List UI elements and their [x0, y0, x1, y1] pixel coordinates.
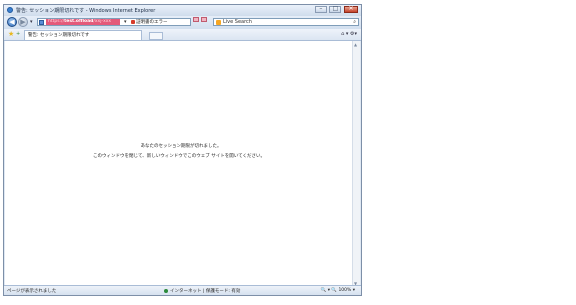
- browser-window: 警告: セッション期限切れです - Windows Internet Explo…: [3, 4, 362, 296]
- back-button[interactable]: ◀: [7, 17, 17, 27]
- status-bar: ページが表示されました インターネット | 保護モード: 有効 🔍 ▾ 🔍 10…: [4, 285, 361, 295]
- recent-pages-dropdown[interactable]: ▾: [30, 19, 33, 25]
- close-button[interactable]: ✕: [344, 5, 358, 13]
- maximize-button[interactable]: □: [329, 5, 342, 13]
- address-bar[interactable]: https://test.offload/xxj-xxx ▾ 証明書のエラー: [37, 18, 191, 26]
- add-favorites-icon[interactable]: +: [16, 31, 20, 37]
- scroll-up-arrow-icon[interactable]: ▲: [354, 42, 357, 47]
- close-window-instruction: このウィンドウを閉じて、新しいウィンドウでこのウェブ サイトを開いてください。: [93, 154, 265, 159]
- tab-label: 警告: セッション期限切れです: [28, 33, 90, 38]
- command-bar-tools[interactable]: ⌂ ▾ ⚙▾: [341, 31, 357, 37]
- address-dropdown-button[interactable]: ▾: [124, 19, 127, 25]
- security-zone[interactable]: インターネット | 保護モード: 有効: [164, 288, 240, 294]
- live-search-logo-icon: [216, 20, 221, 25]
- refresh-button[interactable]: [193, 17, 199, 22]
- search-box[interactable]: Live Search ⌕: [213, 18, 359, 26]
- window-title: 警告: セッション期限切れです - Windows Internet Explo…: [16, 8, 156, 14]
- address-url[interactable]: https://test.offload/xxj-xxx: [46, 19, 120, 25]
- certificate-error-button[interactable]: 証明書のエラー: [131, 19, 168, 25]
- tab-active[interactable]: 警告: セッション期限切れです: [24, 30, 142, 40]
- ie-logo-icon: [7, 7, 13, 13]
- search-icon[interactable]: ⌕: [353, 19, 356, 26]
- minimize-button[interactable]: –: [314, 5, 327, 13]
- forward-arrow-icon: ▶: [20, 18, 26, 26]
- title-bar: 警告: セッション期限切れです - Windows Internet Explo…: [4, 5, 361, 16]
- vertical-scrollbar[interactable]: ▲ ▼: [352, 41, 360, 287]
- page-content: あなたのセッション期限が切れました。 このウィンドウを閉じて、新しいウィンドウで…: [5, 41, 353, 287]
- status-text: ページが表示されました: [7, 289, 57, 294]
- cert-error-icon: [131, 19, 135, 24]
- session-expired-message: あなたのセッション期限が切れました。: [140, 144, 222, 149]
- window-controls: – □ ✕: [314, 5, 358, 14]
- tab-bar: ★ + 警告: セッション期限切れです ⌂ ▾ ⚙▾: [4, 29, 361, 41]
- stop-button[interactable]: [201, 17, 207, 22]
- back-arrow-icon: ◀: [9, 18, 15, 26]
- navigation-bar: ◀ ▶ ▾ https://test.offload/xxj-xxx ▾ 証明書…: [4, 16, 361, 29]
- search-input[interactable]: Live Search: [223, 19, 252, 26]
- page-icon: [39, 20, 44, 25]
- forward-button[interactable]: ▶: [18, 17, 28, 27]
- favorites-star-icon[interactable]: ★: [8, 30, 14, 38]
- new-tab-button[interactable]: [149, 32, 163, 40]
- zoom-control[interactable]: 🔍 ▾ 🔍 100% ▾: [321, 288, 355, 293]
- internet-zone-icon: [164, 288, 168, 293]
